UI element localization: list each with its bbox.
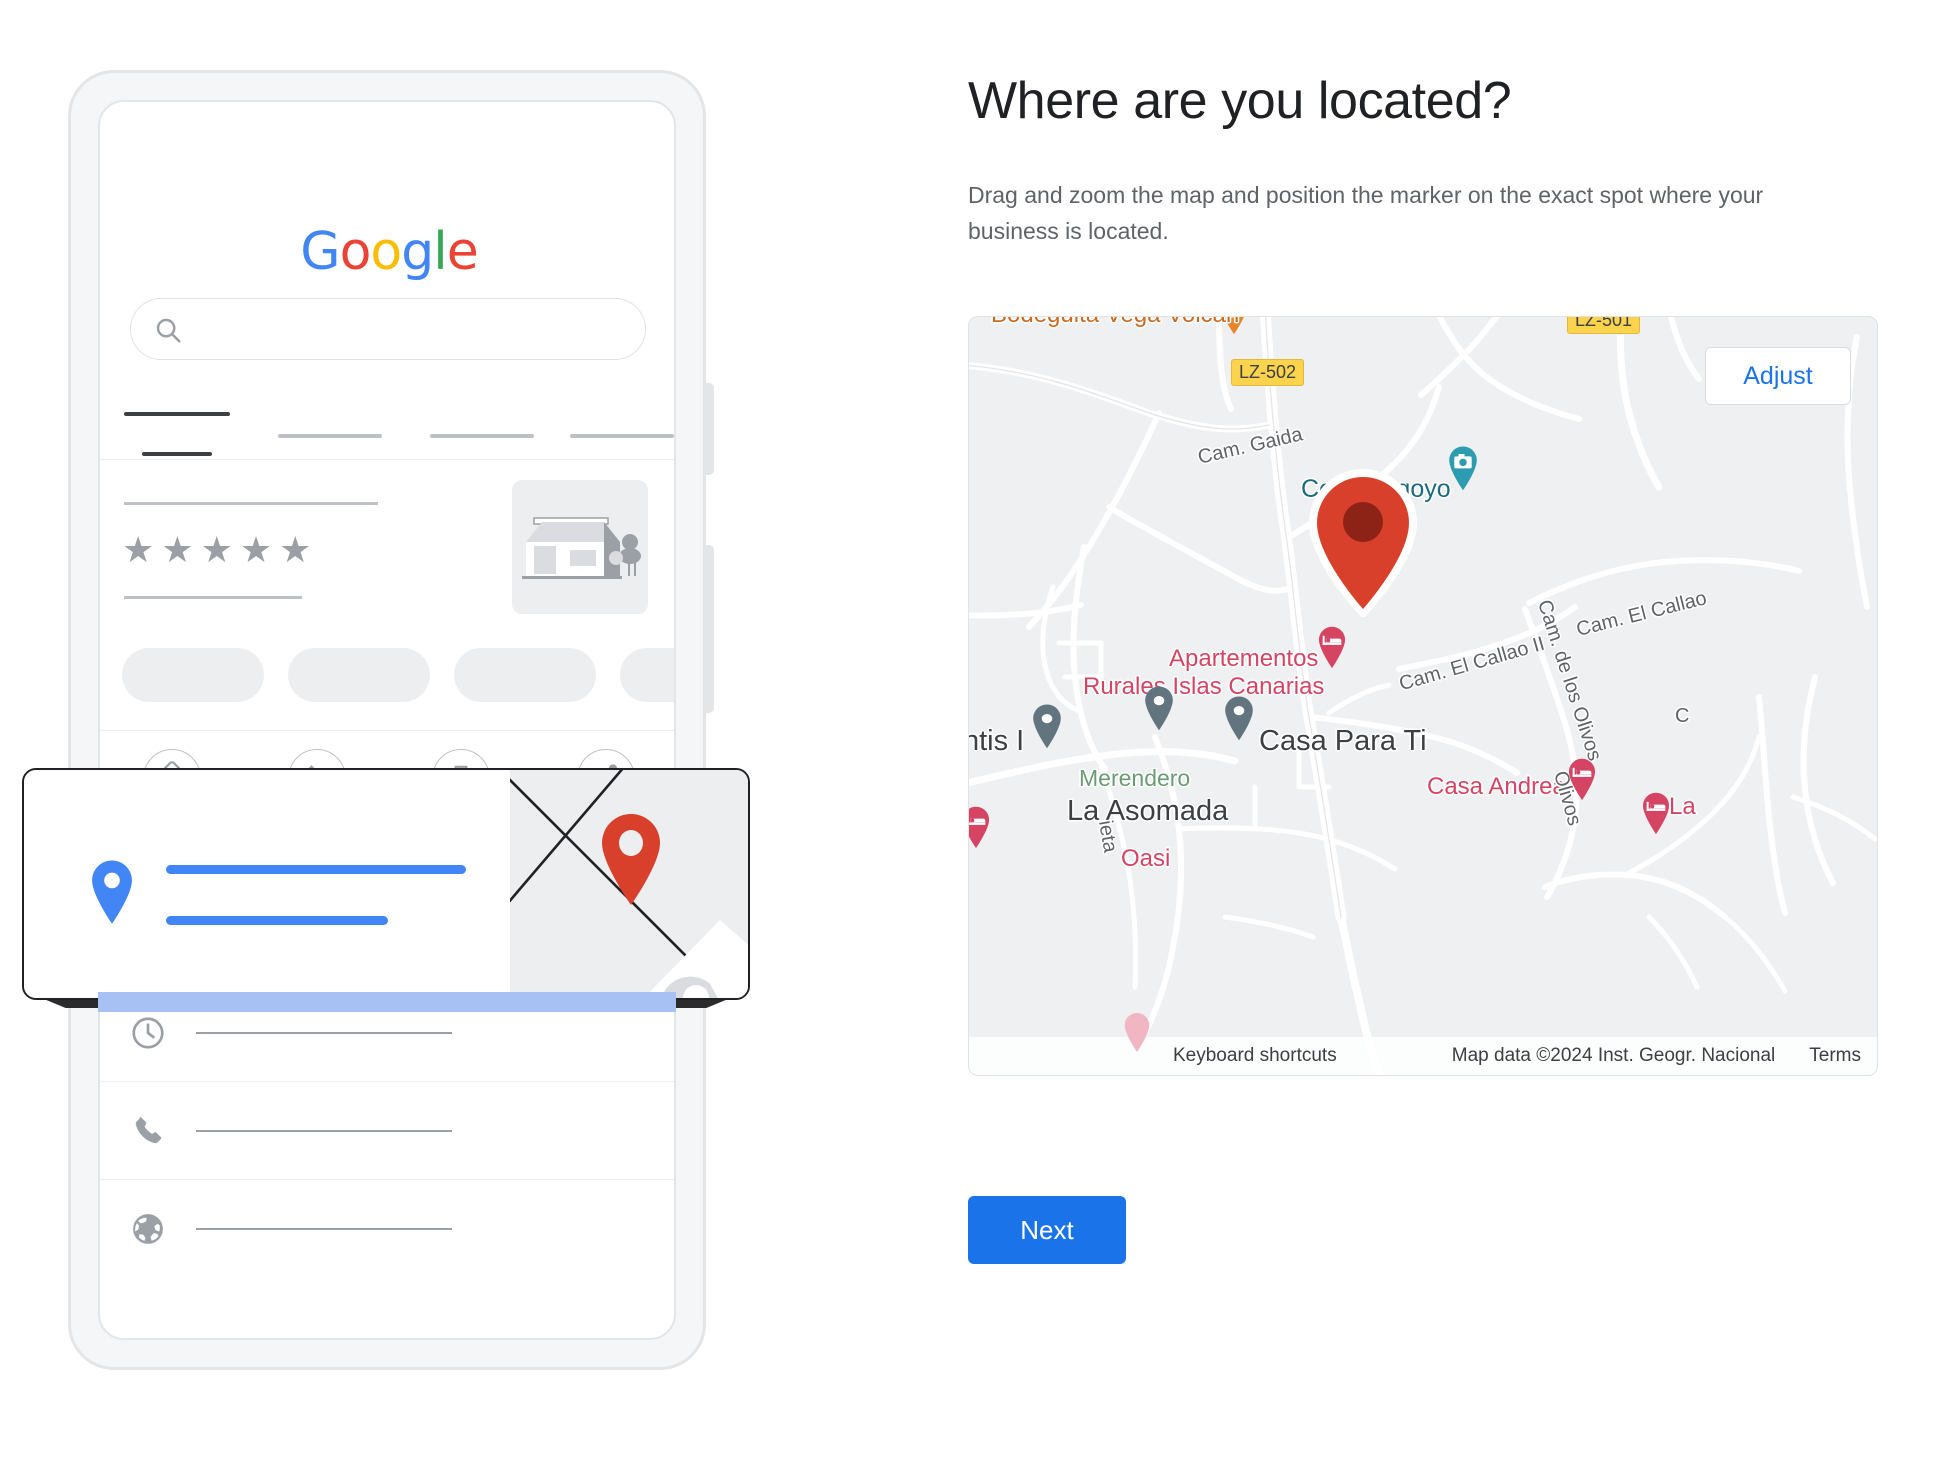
rating-stars: ★ ★ ★ ★ ★ <box>122 532 311 568</box>
address-callout-card <box>22 768 750 1000</box>
callout-address-line-1 <box>166 865 466 874</box>
google-logo-letter-e: e <box>446 222 479 282</box>
tab-3-placeholder[interactable] <box>430 434 534 438</box>
road-shield-lz501: LZ-501 <box>1567 317 1641 334</box>
tab-active-indicator <box>142 452 212 456</box>
action-chips <box>122 648 674 702</box>
page-subtitle: Drag and zoom the map and position the m… <box>968 182 1764 244</box>
google-logo-letter-g2: g <box>401 222 434 282</box>
google-logo: Google <box>100 226 674 278</box>
keyboard-shortcuts-link[interactable]: Keyboard shortcuts <box>1173 1045 1337 1067</box>
hours-placeholder <box>196 1031 452 1034</box>
google-logo-letter-l: l <box>433 222 447 282</box>
google-logo-letter-o2: o <box>370 222 402 282</box>
phone-icon <box>100 1113 196 1149</box>
result-tabs <box>100 392 674 460</box>
review-count-placeholder <box>124 596 302 599</box>
website-placeholder <box>196 1228 452 1230</box>
chip-placeholder[interactable] <box>620 648 674 702</box>
callout-address-line-2 <box>166 916 388 925</box>
road-shield-lz502: LZ-502 <box>1231 359 1305 386</box>
business-name-placeholder <box>124 502 378 505</box>
tab-active-label-placeholder[interactable] <box>124 412 230 416</box>
terms-link[interactable]: Terms <box>1809 1045 1861 1067</box>
chip-placeholder[interactable] <box>122 648 264 702</box>
phone-side-button-volume <box>703 383 714 475</box>
map-attribution-bar: Keyboard shortcuts Map data ©2024 Inst. … <box>969 1037 1877 1075</box>
page-title: Where are you located? <box>968 72 1512 130</box>
phone-row[interactable] <box>100 1082 674 1180</box>
address-highlight-bar <box>98 992 676 1012</box>
star-icon: ★ <box>200 529 233 570</box>
callout-left-panel <box>24 770 510 998</box>
search-input[interactable] <box>130 298 646 360</box>
star-icon: ★ <box>239 529 273 570</box>
google-logo-letter-o1: o <box>339 222 372 282</box>
star-icon: ★ <box>161 529 194 570</box>
map-data-attribution: Map data ©2024 Inst. Geogr. Nacional <box>1451 1045 1776 1066</box>
adjust-button[interactable]: Adjust <box>1705 347 1851 405</box>
chip-placeholder[interactable] <box>454 648 596 702</box>
phone-placeholder <box>196 1129 452 1132</box>
storefront-photo <box>512 480 648 614</box>
location-map[interactable]: LZ-502 LZ-501 Cam. Gaida Tegoyo Cam. El … <box>968 316 1878 1076</box>
star-icon: ★ <box>122 529 155 570</box>
star-icon: ★ <box>279 529 312 570</box>
phone-screen: Google ★ ★ ★ ★ ★ <box>98 100 676 1340</box>
map-roads <box>969 317 1877 1075</box>
search-icon <box>153 315 183 350</box>
content-column: Where are you located? Drag and zoom the… <box>960 0 1946 1468</box>
chip-placeholder[interactable] <box>288 648 430 702</box>
globe-icon <box>100 1210 196 1248</box>
blue-location-pin-icon <box>86 858 138 933</box>
phone-side-button-power <box>703 545 714 713</box>
tab-2-placeholder[interactable] <box>278 434 382 438</box>
callout-map-thumbnail <box>510 770 748 998</box>
next-button[interactable]: Next <box>968 1196 1126 1264</box>
phone-illustration: Google ★ ★ ★ ★ ★ <box>0 0 940 1468</box>
clock-icon <box>100 1014 196 1052</box>
google-logo-letter-g1: G <box>300 222 340 282</box>
website-row[interactable] <box>100 1180 674 1278</box>
tab-4-placeholder[interactable] <box>570 434 674 438</box>
